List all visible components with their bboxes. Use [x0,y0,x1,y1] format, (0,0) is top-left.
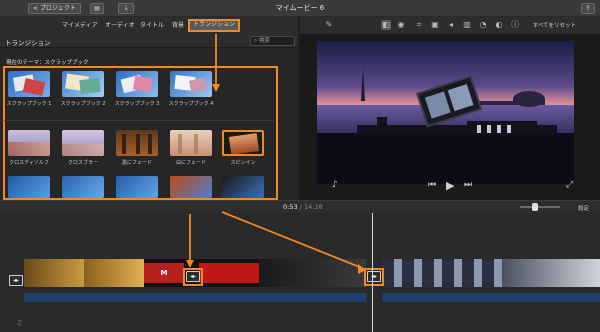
microphone-icon[interactable]: ♪ [332,180,338,190]
audio-track-2[interactable] [382,293,600,302]
browser-title: トランジション [5,39,51,47]
reset-all-button[interactable]: すべてをリセット [533,21,576,29]
timeline-settings-button[interactable]: 設定 [578,204,589,212]
fade-to-white-label: 白にフェード [175,160,206,166]
clip-1-frame-2 [84,259,144,287]
browser-header: トランジション ⌕ 検索 [0,34,298,48]
transition-thumb-fade-to-black[interactable] [116,130,158,156]
timecode: 0:53 / 14:28 [283,203,323,211]
transition-marker-2[interactable]: ◂▸ [367,271,381,282]
transition-marker-1[interactable]: ◂▸ [186,271,200,282]
tab-audio[interactable]: オーディオ [105,20,135,31]
transitions-browser: トランジション ⌕ 検索 現在のテーマ：スクラップブック スクラップブック 1 … [0,34,298,200]
play-icon[interactable]: ▶ [446,179,454,192]
filter-icon[interactable]: ◐ [494,20,504,30]
playback-controls: ♪ ⏮ ▶ ⏭ ⤢ [300,178,600,196]
spin-in-label: スピンイン [230,160,256,166]
adjustment-toolbar: ✎ ◧ ◉ ⌗ ▣ ◂ ▥ ◔ ◐ ⓘ すべてをリセット [300,17,600,34]
color-balance-icon[interactable]: ◧ [381,20,391,30]
scrapbook-3-label: スクラップブック 3 [114,101,160,107]
fullscreen-icon[interactable]: ⤢ [566,180,573,190]
video-clip-2[interactable] [382,259,600,287]
scrapbook-2-label: スクラップブック 2 [60,101,106,107]
stabilization-icon[interactable]: ▣ [430,20,440,30]
transition-thumb-cross-dissolve[interactable] [8,130,50,156]
zoom-slider[interactable] [520,203,560,211]
cross-dissolve-label: クロスディゾルブ [9,160,49,166]
volume-icon[interactable]: ◂ [446,20,456,30]
section-divider [4,120,274,121]
search-input[interactable]: ⌕ 検索 [250,36,295,46]
skip-back-icon[interactable]: ⏮ [428,180,436,190]
media-tabs: マイメディア オーディオ タイトル 背景 トランジション [0,17,298,34]
clip-1-frame-1 [24,259,84,287]
search-placeholder: 検索 [258,38,270,44]
transition-thumb-fade-to-white[interactable] [170,130,212,156]
scrapbook-1-label: スクラップブック 1 [6,101,52,107]
transition-thumb-spin-in[interactable] [222,130,264,156]
cross-blur-label: クロスブラー [67,160,98,166]
transition-thumb-row3-3[interactable] [116,176,158,198]
clip-1-frame-5 [259,259,366,287]
preview-image [317,41,574,184]
video-preview [317,41,574,184]
transition-thumb-row3-1[interactable] [8,176,50,198]
top-toolbar: < プロジェクト ▤ ↓ マイムービー 6 ⇪ [0,0,600,17]
magic-wand-icon[interactable]: ✎ [324,20,334,30]
timeline-start-marker[interactable]: ◂▸ [9,275,23,286]
transition-thumb-scrapbook-2[interactable] [62,71,104,97]
crop-icon[interactable]: ⌗ [414,20,424,30]
theme-section-label: 現在のテーマ：スクラップブック [6,60,89,66]
tab-transitions[interactable]: トランジション [188,19,241,32]
zoom-slider-knob[interactable] [532,203,538,211]
skip-forward-icon[interactable]: ⏭ [464,180,472,190]
current-time: 0:53 [283,203,298,211]
transition-thumb-scrapbook-1[interactable] [8,71,50,97]
tab-titles[interactable]: タイトル [140,20,164,31]
scrapbook-4-label: スクラップブック 4 [168,101,214,107]
transition-thumb-row3-4[interactable] [170,176,212,198]
tab-backgrounds[interactable]: 背景 [172,20,184,31]
color-correction-icon[interactable]: ◉ [396,20,406,30]
playhead[interactable] [372,213,373,332]
info-icon[interactable]: ⓘ [510,20,520,30]
share-button[interactable]: ⇪ [581,3,595,14]
window-title: マイムービー 6 [275,4,325,12]
share-icon: ⇪ [585,4,591,12]
video-viewer [300,34,600,200]
fade-to-black-label: 黒にフェード [121,160,152,166]
clip-2-frame-1 [382,259,502,287]
clip-1-frame-4 [199,263,259,283]
transition-thumb-row3-5[interactable] [222,176,264,198]
transition-thumb-row3-2[interactable] [62,176,104,198]
transition-thumb-scrapbook-3[interactable] [116,71,158,97]
timeline-header: 0:53 / 14:28 設定 [0,201,600,213]
clip-2-frame-2 [502,259,600,287]
audio-track-1[interactable] [24,293,366,302]
timeline: 0:53 / 14:28 設定 ◂▸ M ◂▸ ◂▸ ♫ [0,200,600,332]
noise-reduction-icon[interactable]: ▥ [462,20,472,30]
tab-my-media[interactable]: マイメディア [62,20,98,31]
speed-icon[interactable]: ◔ [478,20,488,30]
transition-thumb-scrapbook-4[interactable] [170,71,212,97]
transition-thumb-cross-blur[interactable] [62,130,104,156]
music-note-icon: ♫ [16,319,23,327]
total-time: 14:28 [303,203,323,211]
clip-1-frame-3: M [144,263,184,283]
